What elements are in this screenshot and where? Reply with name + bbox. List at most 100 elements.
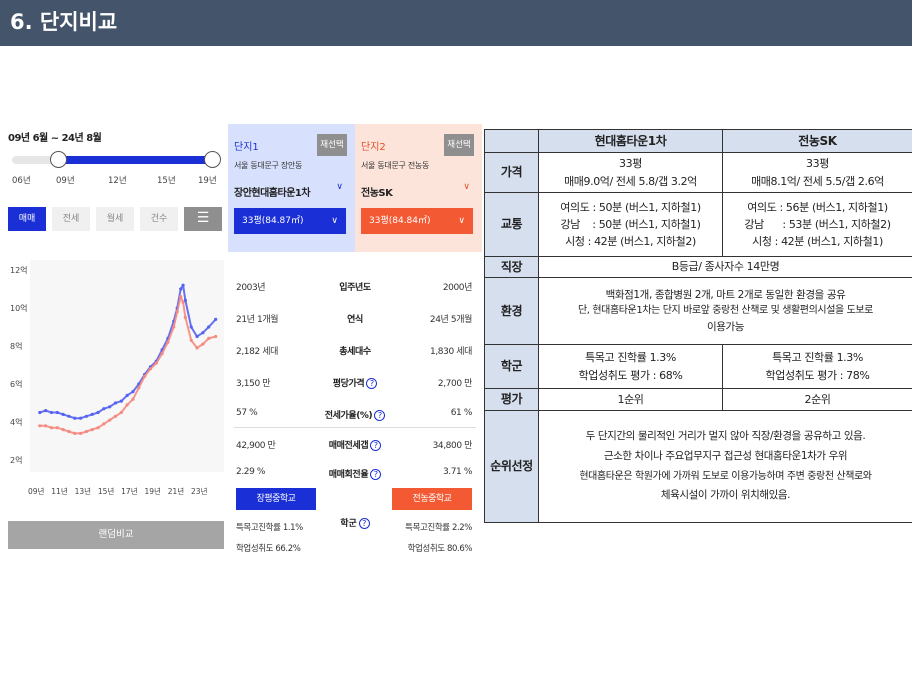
table-cell: 두 단지간의 물리적인 거리가 멀지 않아 직장/환경을 공유하고 있음. 근소… [538,410,912,523]
info-row-turnover: 2.29 % 매매회전율? 3.71 % [228,463,482,483]
data-point [44,424,48,428]
cell-line: 단, 현대홈타운1차는 단지 바로앞 중랑천 산책로 및 생활편의시설을 도보로 [578,305,873,317]
period-title: 09년 6월 ~ 24년 8월 [8,133,102,144]
chart-tab-row: 매매 전세 월세 건수 ☰ [8,207,224,231]
info-row-price-per-pyeong: 3,150 만 평당가격? 2,700 만 [228,372,482,392]
cell-line: 매매9.0억/ 전세 5.8/갭 3.2억 [564,174,697,188]
data-point [143,374,147,378]
slider-tick: 19년 [198,176,217,186]
data-point [55,426,59,430]
table-cell: 33평 매매9.0억/ 전세 5.8/갭 3.2억 [538,152,723,193]
data-point [61,428,65,432]
table-row: 평가 1순위 2순위 [484,388,912,411]
row-header: 가격 [484,152,539,193]
row-header: 직장 [484,256,539,278]
data-point [214,334,218,339]
data-point [38,424,42,428]
complex2-name[interactable]: 전농SK [361,184,393,199]
slider-tick: 12년 [108,176,127,186]
cell-line: 시청 : 42분 (버스1, 지하철1) [752,235,883,249]
complex1-reselect-button[interactable]: 재선택 [317,134,347,156]
y-tick-label: 8억 [10,341,22,351]
complex2-value: 2000년 [442,283,473,293]
x-tick-label: 09년 [28,486,45,496]
data-point [131,390,135,394]
school2-rate: 특목고진학률 2.2% [405,523,472,533]
school1-button[interactable]: 장평중학교 [236,488,316,510]
slider-tick: 15년 [157,176,176,186]
cell-line: 특목고 진학률 1.3% [585,351,676,365]
cell-line: 강남 : 53분 (버스1, 지하철2) [744,217,891,231]
slider-handle-start[interactable] [50,151,67,168]
complex1-tag: 단지1 [234,142,259,153]
complex2-value: 61 % [450,408,473,418]
random-compare-button[interactable]: 랜덤비교 [8,521,224,549]
help-icon[interactable]: ? [366,378,378,389]
list-icon[interactable]: ☰ [184,207,222,231]
cell-line: 학업성취도 평가 : 68% [578,368,683,382]
data-point [181,300,185,304]
y-tick-label: 6억 [10,379,22,389]
help-icon[interactable]: ? [370,440,382,451]
data-point [84,429,89,434]
complex2-value: 34,800 만 [432,441,473,451]
table-cell: 1순위 [538,388,723,411]
data-point [90,428,94,432]
complex1-name[interactable]: 장안현대홈타운1차 [234,184,311,199]
x-tick-label: 15년 [98,486,115,496]
complex2-area-select[interactable]: 33평(84.84㎡) ∨ [361,208,473,234]
data-point [195,346,199,350]
data-point [125,403,129,407]
price-line-chart: 12억 10억 8억 6억 4억 2억 09년 11년 13년 15년 17년 19년 21년 23년 [10,260,224,496]
complex1-area-select[interactable]: 33평(84.87㎡) ∨ [234,208,346,234]
school2-button[interactable]: 전농중학교 [392,488,472,510]
data-point [154,361,158,365]
tab-jeonse[interactable]: 전세 [52,207,90,231]
complex2-tag: 단지2 [361,142,386,153]
help-icon[interactable]: ? [374,410,386,421]
tab-monthly-rent[interactable]: 월세 [96,207,134,231]
table-row: 가격 33평 매매9.0억/ 전세 5.8/갭 3.2억 33평 매매8.1억/… [484,152,912,193]
help-icon[interactable]: ? [358,518,370,529]
data-point [125,393,129,397]
y-tick-label: 4억 [10,417,22,427]
period-slider-track[interactable] [12,156,212,164]
cell-line: 두 단지간의 물리적인 거리가 멀지 않아 직장/환경을 공유하고 있음. [585,430,866,443]
data-point [55,410,59,415]
table-row: 환경 백화점1개, 종합병원 2개, 마트 2개로 동일한 환경을 공유 단, … [484,277,912,345]
table-col-header: 전농SK [722,129,912,153]
help-icon[interactable]: ? [370,469,382,480]
x-tick-label: 23년 [191,486,208,496]
chart-background [30,260,224,472]
y-tick-label: 12억 [10,265,28,275]
slider-handle-end[interactable] [204,151,221,168]
header-bar: 6. 단지비교 [0,0,912,46]
data-point [179,287,183,291]
tab-sale[interactable]: 매매 [8,207,46,231]
chevron-down-icon: ∨ [458,216,465,226]
data-point [214,317,218,321]
row-header: 학군 [484,344,539,389]
table-cell: 특목고 진학률 1.3% 학업성취도 평가 : 78% [722,344,912,389]
data-point [73,431,77,435]
x-tick-label: 19년 [144,486,161,496]
data-point [73,416,77,420]
info-label-text: 전세가율(%) [324,411,373,421]
x-tick-label: 13년 [75,486,92,496]
complex2-reselect-button[interactable]: 재선택 [444,134,474,156]
data-point [166,340,170,344]
cell-line: 특목고 진학률 1.3% [772,351,863,365]
table-cell: 여의도 : 56분 (버스1, 지하철1) 강남 : 53분 (버스1, 지하철… [722,192,912,257]
chevron-down-icon[interactable]: ∨ [336,182,343,192]
table-col-header: 현대홈타운1차 [538,129,723,153]
chevron-down-icon[interactable]: ∨ [463,182,470,192]
data-point [84,414,89,418]
info-label-text: 평당가격 [332,379,365,389]
table-row: 학군 특목고 진학률 1.3% 학업성취도 평가 : 68% 특목고 진학률 1… [484,344,912,389]
cell-line: 이용가능 [706,320,745,333]
data-point [160,352,164,356]
x-tick-label: 11년 [51,486,68,496]
cell-line: 매매8.1억/ 전세 5.5/갭 2.6억 [751,174,884,188]
tab-count[interactable]: 건수 [140,207,178,231]
complex-compare-panel: 단지1 재선택 서울 동대문구 장안동 장안현대홈타운1차 ∨ 33평(84.8… [228,124,482,560]
